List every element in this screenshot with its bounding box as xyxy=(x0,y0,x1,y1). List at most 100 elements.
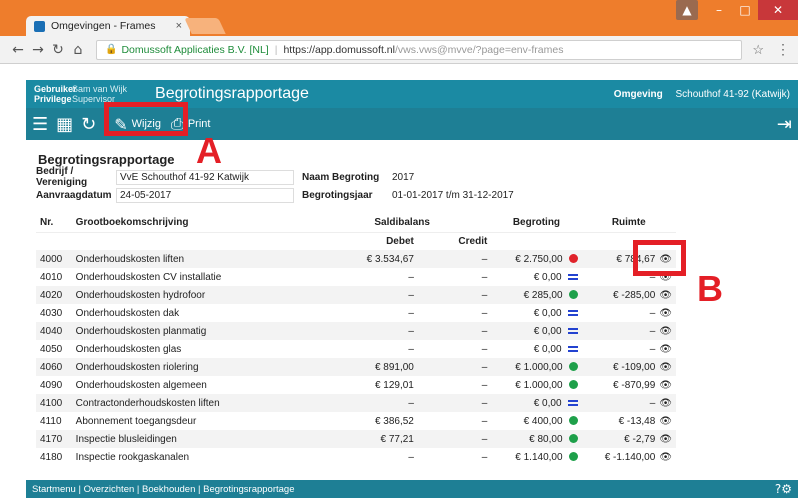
row-nr-text: 4170 xyxy=(40,433,63,445)
row-space-text: – xyxy=(649,307,656,319)
table-row: 4010 Onderhoudskosten CV installatie – – € 0… xyxy=(36,268,676,286)
col-space: Ruimte xyxy=(611,217,646,229)
annotation-label-b: B xyxy=(697,268,723,309)
row-description: Onderhoudskosten riolering xyxy=(71,358,313,376)
row-credit: – xyxy=(417,394,492,412)
row-nr-text: 4100 xyxy=(40,397,63,409)
browser-menu-icon[interactable]: ⋮ xyxy=(776,41,790,58)
lock-icon: 🔒 xyxy=(105,44,118,55)
row-credit-text: – xyxy=(481,325,488,337)
view-eye-icon[interactable]: 👁 xyxy=(659,380,672,391)
view-eye-icon[interactable]: 👁 xyxy=(659,452,672,463)
company-label: Bedrijf / Vereniging xyxy=(36,166,88,188)
row-debet: – xyxy=(313,340,418,358)
row-credit: – xyxy=(418,340,491,358)
row-nr-text: 4030 xyxy=(40,307,63,319)
table-row: 4100 Contractonderhoudskosten liften – – € 0… xyxy=(36,394,676,412)
maximize-button[interactable]: □ xyxy=(732,0,758,20)
row-debet-text: € 129,01 xyxy=(374,379,414,391)
row-nr: 4090 xyxy=(36,376,72,394)
url-input[interactable]: 🔒 Domussoft Applicaties B.V. [NL] | http… xyxy=(96,39,743,60)
home-icon[interactable]: ⌂ xyxy=(68,42,88,58)
row-budget: € 1.140,00 xyxy=(491,448,581,466)
help-icon[interactable]: ?⚙ xyxy=(775,482,792,496)
status-green-icon xyxy=(568,290,578,300)
row-description: Onderhoudskosten dak xyxy=(72,304,313,322)
row-nr: 4060 xyxy=(36,358,72,376)
refresh-icon[interactable]: ↻ xyxy=(81,114,96,135)
window-controls: ▲ – □ ✕ xyxy=(676,0,798,22)
annotation-box-a xyxy=(104,102,188,136)
row-description: Inspectie rookgaskanalen xyxy=(72,448,313,466)
footer-breadcrumb[interactable]: Startmenu | Overzichten | Boekhouden | B… xyxy=(32,484,294,495)
row-description: Abonnement toegangsdeur xyxy=(72,412,313,430)
env-value[interactable]: Schouthof 41-92 (Katwijk) xyxy=(675,89,790,100)
row-budget-text: € 1.000,00 xyxy=(515,361,563,373)
view-eye-icon[interactable]: 👁 xyxy=(659,326,672,337)
row-budget: € 285,00 xyxy=(491,286,582,304)
row-debet-text: – xyxy=(408,271,414,283)
row-budget: € 0,00 xyxy=(491,394,582,412)
view-eye-icon[interactable]: 👁 xyxy=(659,416,672,427)
budget-year-value: 01-01-2017 t/m 31-12-2017 xyxy=(392,189,514,201)
view-eye-icon[interactable]: 👁 xyxy=(659,398,672,409)
row-space: € -285,00 👁 xyxy=(581,286,676,304)
view-eye-icon[interactable]: 👁 xyxy=(659,362,672,373)
col-description: Grootboekomschrijving xyxy=(75,217,189,229)
view-eye-icon[interactable]: 👁 xyxy=(659,344,672,355)
table-row: 4170 Inspectie blusleidingen € 77,21 – € 80,… xyxy=(36,430,676,448)
user-info: Gebruiker Sam van Wijk Privilege Superviso… xyxy=(34,84,127,104)
view-eye-icon[interactable]: 👁 xyxy=(659,434,672,445)
row-space-text: € -1.140,00 xyxy=(604,451,656,463)
row-description-text: Abonnement toegangsdeur xyxy=(75,415,197,427)
exit-icon[interactable]: ⇥ xyxy=(777,114,792,135)
reload-icon[interactable]: ↻ xyxy=(48,42,68,58)
menu-icon[interactable]: ☰ xyxy=(32,114,48,135)
row-space: € -2,79 👁 xyxy=(581,430,676,448)
tab-close-icon[interactable]: × xyxy=(176,20,182,32)
row-credit: – xyxy=(418,304,491,322)
row-nr-text: 4020 xyxy=(40,289,63,301)
new-tab-button[interactable] xyxy=(184,18,226,34)
row-debet: € 3.534,67 xyxy=(312,250,418,268)
url-path: /vws.vws@mvve/?page=env-frames xyxy=(394,43,564,56)
status-green-icon xyxy=(568,380,578,390)
profile-button[interactable]: ▲ xyxy=(676,0,698,20)
row-debet: – xyxy=(312,322,418,340)
table-row: 4110 Abonnement toegangsdeur € 386,52 – € 40… xyxy=(36,412,676,430)
row-space: – 👁 xyxy=(581,322,676,340)
row-nr: 4170 xyxy=(36,430,72,448)
browser-tab[interactable]: Omgevingen - Frames × xyxy=(26,16,190,36)
row-description: Onderhoudskosten glas xyxy=(72,340,313,358)
close-window-button[interactable]: ✕ xyxy=(758,0,798,20)
row-nr: 4010 xyxy=(36,268,72,286)
row-space: – 👁 xyxy=(582,304,676,322)
row-credit: – xyxy=(418,268,491,286)
view-eye-icon[interactable]: 👁 xyxy=(659,308,672,319)
grid-icon[interactable]: ▦ xyxy=(56,114,73,135)
row-description-text: Onderhoudskosten glas xyxy=(75,343,182,355)
back-icon[interactable]: ← xyxy=(8,42,28,58)
row-debet: € 129,01 xyxy=(313,376,418,394)
row-description-text: Onderhoudskosten riolering xyxy=(75,361,199,373)
row-space: – 👁 xyxy=(581,394,676,412)
row-space-text: € -109,00 xyxy=(613,361,656,373)
bookmark-star-icon[interactable]: ☆ xyxy=(752,42,764,58)
row-space-text: € -870,99 xyxy=(613,379,656,391)
row-nr-text: 4000 xyxy=(40,253,63,265)
status-eq-icon xyxy=(567,327,578,334)
minimize-button[interactable]: – xyxy=(706,0,732,20)
row-credit: – xyxy=(418,412,491,430)
view-eye-icon[interactable]: 👁 xyxy=(659,290,672,301)
row-nr: 4000 xyxy=(36,250,72,268)
row-nr: 4050 xyxy=(36,340,72,358)
status-green-icon xyxy=(568,452,578,462)
row-budget-text: € 400,00 xyxy=(523,415,563,427)
forward-icon[interactable]: → xyxy=(28,42,48,58)
request-date-value: 24-05-2017 xyxy=(116,187,294,203)
row-budget: € 1.000,00 xyxy=(491,376,581,394)
table-row: 4180 Inspectie rookgaskanalen – – € 1.140,00… xyxy=(36,448,676,466)
row-description-text: Inspectie blusleidingen xyxy=(75,433,177,445)
row-description-text: Onderhoudskosten liften xyxy=(75,253,185,265)
table-row: 4040 Onderhoudskosten planmatig – – € 0,00– 👁 xyxy=(36,322,676,340)
